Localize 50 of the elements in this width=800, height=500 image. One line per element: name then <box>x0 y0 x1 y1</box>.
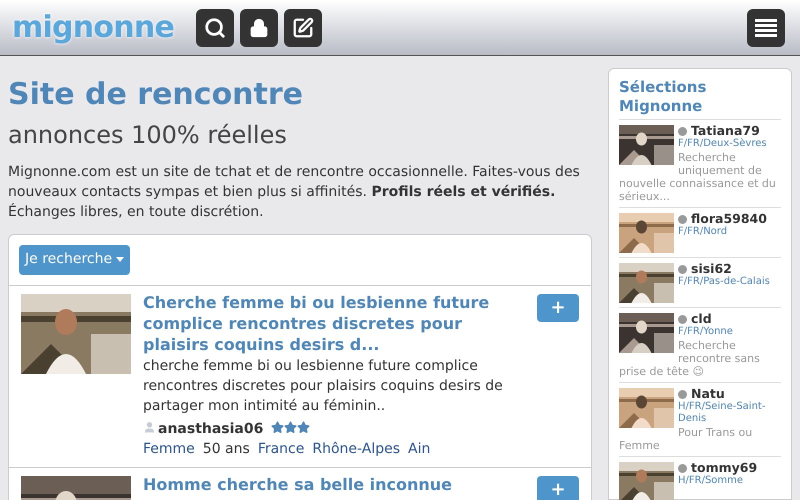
lock-button[interactable] <box>240 8 278 46</box>
profile-name[interactable]: cld <box>691 312 712 326</box>
profile-location[interactable]: H/FR/Somme <box>619 475 781 487</box>
profile-text: Recherche rencontre sans prise de tête 😉 <box>619 339 761 378</box>
username[interactable]: anasthasia06 <box>158 420 264 436</box>
status-dot-icon <box>678 264 687 274</box>
search-icon <box>204 16 226 38</box>
menu-icon <box>755 18 777 36</box>
search-button[interactable] <box>196 8 234 46</box>
gender-link[interactable]: Femme <box>143 440 195 456</box>
edit-button[interactable] <box>284 8 322 46</box>
page-subtitle: annonces 100% réelles <box>8 120 288 150</box>
edit-icon <box>292 16 314 38</box>
user-icon <box>143 420 156 434</box>
profile-location[interactable]: F/FR/Nord <box>619 226 781 238</box>
listing-text: cherche femme bi ou lesbienne future complice rencontres discretes pour plaisirs coquins desirs de partager mon intimité au féminin.. <box>143 356 504 416</box>
status-dot-icon <box>678 464 687 472</box>
sidebar-title: Sélections Mignonne <box>619 78 781 120</box>
profile-location[interactable]: F/FR/Deux-Sèvres <box>619 138 781 150</box>
age-text: 50 ans <box>202 440 250 456</box>
page-title: Site de rencontre <box>8 76 304 114</box>
star-icon <box>271 420 284 434</box>
profile-location[interactable]: F/FR/Yonne <box>619 326 781 338</box>
add-button[interactable]: + <box>537 476 579 500</box>
profile-name[interactable]: Tatiana79 <box>691 124 760 138</box>
intro-paragraph: Mignonne.com est un site de tchat et de rencontre occasionnelle. Faites-vous des nouveaux contacts sympas et bien plus si affinités. Profils réels et vérifiés. Échanges libres, en toute discrétion. <box>8 162 581 222</box>
search-dropdown[interactable]: Je recherche <box>19 244 130 274</box>
star-icon <box>284 420 298 434</box>
profile-name[interactable]: sisi62 <box>691 262 732 276</box>
menu-button[interactable] <box>747 8 785 46</box>
profile-location[interactable]: F/FR/Pas-de-Calais <box>619 276 781 288</box>
listing-title[interactable]: Cherche femme bi ou lesbienne future complice rencontres discretes pour plaisirs coquins desirs d... <box>143 292 525 354</box>
region-link[interactable]: Rhône-Alpes <box>312 440 400 456</box>
caret-icon <box>116 257 124 262</box>
profile-text: Pour Trans ou Femme <box>619 426 754 452</box>
lock-icon <box>249 18 270 38</box>
listing-title[interactable]: Homme cherche sa belle inconnue <box>143 474 525 494</box>
profile-name[interactable]: flora59840 <box>691 212 767 226</box>
profile-name[interactable]: tommy69 <box>691 461 758 475</box>
profile-name[interactable]: Natu <box>691 387 725 401</box>
status-dot-icon <box>678 390 687 398</box>
profile-text: Recherche uniquement de nouvelle connaissance et du sérieux... <box>619 151 777 203</box>
profile-location[interactable]: H/FR/Seine-Saint-Denis <box>619 401 781 425</box>
department-link[interactable]: Ain <box>408 440 430 456</box>
add-button[interactable]: + <box>537 294 579 322</box>
status-dot-icon <box>678 214 687 224</box>
star-icon <box>297 420 310 434</box>
status-dot-icon <box>678 314 687 324</box>
status-dot-icon <box>678 126 687 136</box>
country-link[interactable]: France <box>258 440 304 456</box>
